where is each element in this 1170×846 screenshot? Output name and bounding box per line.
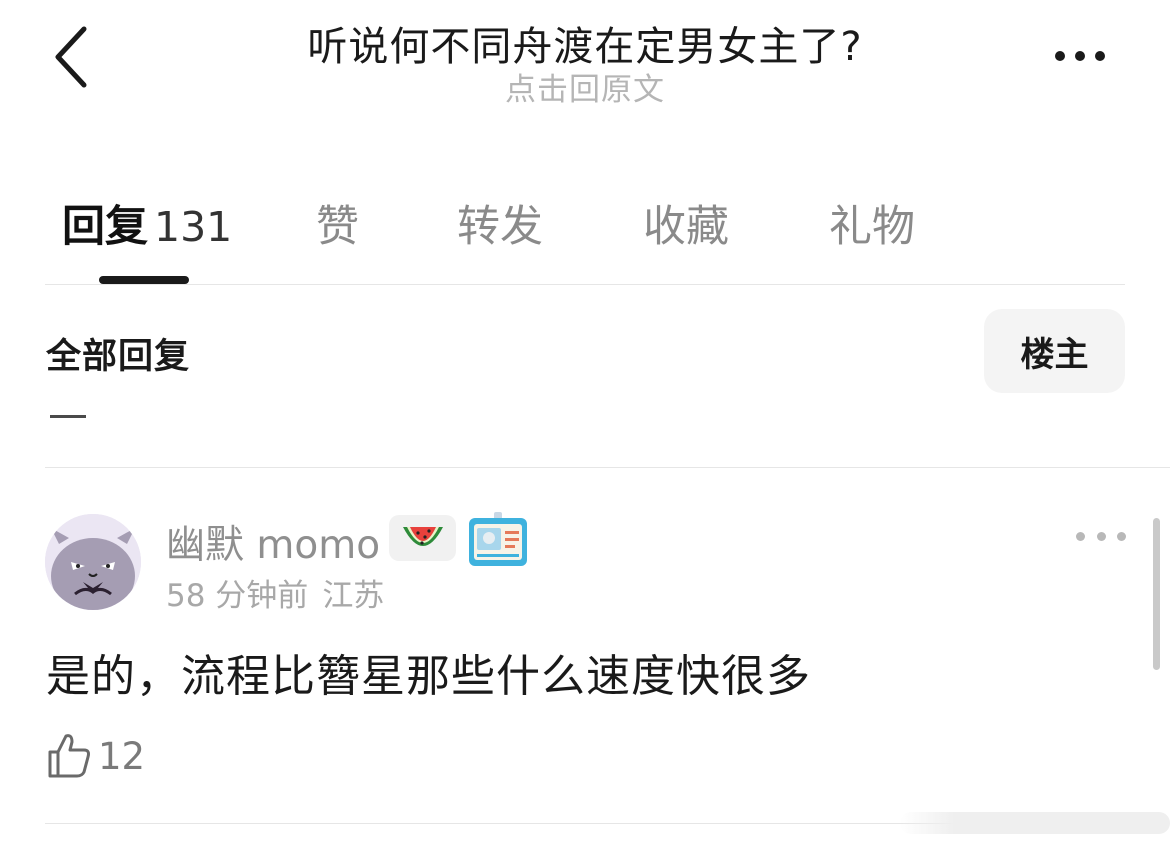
comment-location: 江苏 <box>322 578 385 614</box>
avatar[interactable] <box>45 514 141 610</box>
tab-favorites[interactable]: 收藏 <box>643 192 729 254</box>
scrollbar[interactable] <box>1153 518 1160 670</box>
comment-time: 58 分钟前 <box>166 578 309 614</box>
clipped-content-fragment <box>50 415 86 418</box>
active-tab-indicator <box>99 276 189 284</box>
tab-replies-count: 131 <box>154 203 233 251</box>
tabs-divider <box>45 284 1125 285</box>
tab-gifts[interactable]: 礼物 <box>829 192 915 254</box>
thumbs-up-icon <box>48 734 90 778</box>
more-horizontal-icon <box>1076 531 1085 541</box>
comment-divider-top <box>45 467 1170 468</box>
back-to-original-link[interactable]: 点击回原文 <box>0 64 1170 109</box>
like-button[interactable]: 12 <box>46 728 145 784</box>
comment-more-button[interactable] <box>1076 524 1126 548</box>
avatar-cat-icon <box>45 514 141 610</box>
tab-replies-label: 回复 <box>62 202 148 252</box>
op-filter-button[interactable]: 楼主 <box>984 309 1125 393</box>
more-options-button[interactable] <box>1040 36 1120 76</box>
more-dot <box>1095 51 1105 61</box>
watermelon-badge[interactable] <box>389 515 456 561</box>
bottom-fade-overlay <box>900 812 1170 834</box>
watermelon-icon <box>402 527 443 546</box>
more-dot <box>1096 531 1106 541</box>
tab-likes[interactable]: 赞 <box>316 192 359 254</box>
comment-text: 是的，流程比簪星那些什么速度快很多 <box>46 651 811 702</box>
tab-replies[interactable]: 回复 131 <box>62 192 232 254</box>
like-count: 12 <box>98 734 146 778</box>
comment-username[interactable]: 幽默 momo <box>166 514 380 570</box>
more-dot <box>1075 51 1085 61</box>
tab-reposts[interactable]: 转发 <box>457 192 543 254</box>
comment-meta: 58 分钟前 江苏 <box>166 570 384 615</box>
section-title: 全部回复 <box>46 337 191 377</box>
id-card-icon[interactable] <box>467 512 529 568</box>
more-dot <box>1117 531 1126 541</box>
more-horizontal-icon <box>1055 51 1065 61</box>
